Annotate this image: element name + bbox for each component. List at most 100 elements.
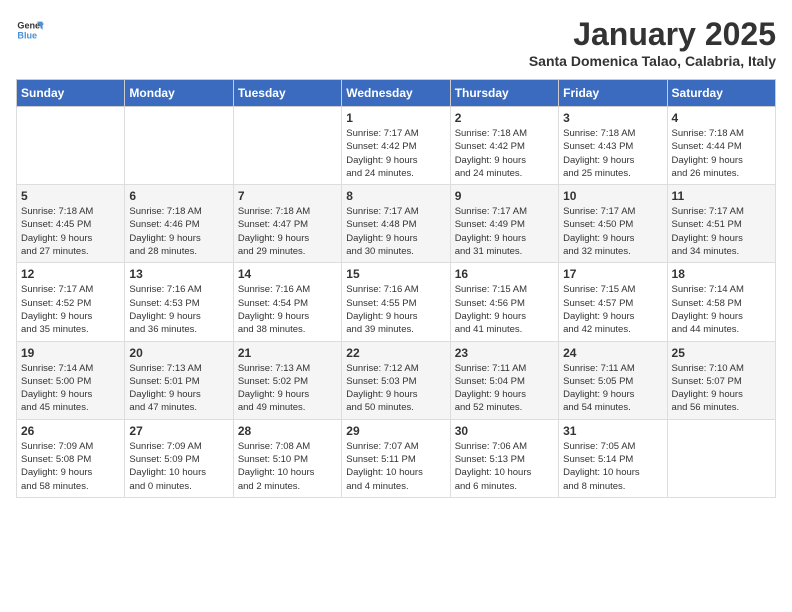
calendar-cell: 3 Sunrise: 7:18 AMSunset: 4:43 PMDaylight… xyxy=(559,107,667,185)
day-number: 3 xyxy=(563,111,662,125)
day-info: Sunrise: 7:16 AMSunset: 4:55 PMDaylight:… xyxy=(346,283,445,336)
calendar-cell: 26 Sunrise: 7:09 AMSunset: 5:08 PMDayligh… xyxy=(17,419,125,497)
calendar-cell: 29 Sunrise: 7:07 AMSunset: 5:11 PMDayligh… xyxy=(342,419,450,497)
day-info: Sunrise: 7:18 AMSunset: 4:46 PMDaylight:… xyxy=(129,205,228,258)
calendar-cell: 21Sunrise: 7:13 AMSunset: 5:02 PMDayligh… xyxy=(233,341,341,419)
calendar-cell: 7 Sunrise: 7:18 AMSunset: 4:47 PMDaylight… xyxy=(233,185,341,263)
day-number: 2 xyxy=(455,111,554,125)
day-info: Sunrise: 7:16 AMSunset: 4:53 PMDaylight:… xyxy=(129,283,228,336)
day-number: 25 xyxy=(672,346,771,360)
day-info: Sunrise: 7:08 AMSunset: 5:10 PMDaylight:… xyxy=(238,440,337,493)
day-info: Sunrise: 7:18 AMSunset: 4:43 PMDaylight:… xyxy=(563,127,662,180)
calendar-cell: 24Sunrise: 7:11 AMSunset: 5:05 PMDayligh… xyxy=(559,341,667,419)
day-info: Sunrise: 7:17 AMSunset: 4:48 PMDaylight:… xyxy=(346,205,445,258)
calendar-cell xyxy=(233,107,341,185)
month-title: January 2025 xyxy=(529,16,776,53)
calendar-cell: 18 Sunrise: 7:14 AMSunset: 4:58 PMDayligh… xyxy=(667,263,775,341)
day-info: Sunrise: 7:17 AMSunset: 4:50 PMDaylight:… xyxy=(563,205,662,258)
calendar-cell: 19 Sunrise: 7:14 AMSunset: 5:00 PMDayligh… xyxy=(17,341,125,419)
calendar-week-row: 1 Sunrise: 7:17 AMSunset: 4:42 PMDaylight… xyxy=(17,107,776,185)
weekday-header-friday: Friday xyxy=(559,80,667,107)
day-info: Sunrise: 7:11 AMSunset: 5:04 PMDaylight:… xyxy=(455,362,554,415)
calendar-cell: 11Sunrise: 7:17 AMSunset: 4:51 PMDayligh… xyxy=(667,185,775,263)
day-info: Sunrise: 7:13 AMSunset: 5:02 PMDaylight:… xyxy=(238,362,337,415)
calendar-cell: 9Sunrise: 7:17 AMSunset: 4:49 PMDaylight… xyxy=(450,185,558,263)
weekday-header-wednesday: Wednesday xyxy=(342,80,450,107)
day-number: 12 xyxy=(21,267,120,281)
day-number: 15 xyxy=(346,267,445,281)
day-number: 11 xyxy=(672,189,771,203)
calendar-cell xyxy=(667,419,775,497)
calendar-cell: 12 Sunrise: 7:17 AMSunset: 4:52 PMDayligh… xyxy=(17,263,125,341)
weekday-header-monday: Monday xyxy=(125,80,233,107)
day-info: Sunrise: 7:18 AMSunset: 4:42 PMDaylight:… xyxy=(455,127,554,180)
calendar-cell: 31Sunrise: 7:05 AMSunset: 5:14 PMDayligh… xyxy=(559,419,667,497)
calendar-week-row: 19 Sunrise: 7:14 AMSunset: 5:00 PMDayligh… xyxy=(17,341,776,419)
calendar-table: SundayMondayTuesdayWednesdayThursdayFrid… xyxy=(16,79,776,498)
day-info: Sunrise: 7:17 AMSunset: 4:52 PMDaylight:… xyxy=(21,283,120,336)
day-number: 20 xyxy=(129,346,228,360)
day-info: Sunrise: 7:18 AMSunset: 4:47 PMDaylight:… xyxy=(238,205,337,258)
day-info: Sunrise: 7:10 AMSunset: 5:07 PMDaylight:… xyxy=(672,362,771,415)
day-number: 8 xyxy=(346,189,445,203)
day-info: Sunrise: 7:09 AMSunset: 5:08 PMDaylight:… xyxy=(21,440,120,493)
calendar-cell: 6 Sunrise: 7:18 AMSunset: 4:46 PMDaylight… xyxy=(125,185,233,263)
day-info: Sunrise: 7:17 AMSunset: 4:49 PMDaylight:… xyxy=(455,205,554,258)
calendar-cell: 15 Sunrise: 7:16 AMSunset: 4:55 PMDayligh… xyxy=(342,263,450,341)
logo-icon: General Blue xyxy=(16,16,44,44)
weekday-header-tuesday: Tuesday xyxy=(233,80,341,107)
day-info: Sunrise: 7:13 AMSunset: 5:01 PMDaylight:… xyxy=(129,362,228,415)
day-number: 7 xyxy=(238,189,337,203)
calendar-cell: 5 Sunrise: 7:18 AMSunset: 4:45 PMDaylight… xyxy=(17,185,125,263)
day-number: 17 xyxy=(563,267,662,281)
day-number: 16 xyxy=(455,267,554,281)
calendar-cell: 20 Sunrise: 7:13 AMSunset: 5:01 PMDayligh… xyxy=(125,341,233,419)
svg-text:Blue: Blue xyxy=(17,30,37,40)
calendar-week-row: 26 Sunrise: 7:09 AMSunset: 5:08 PMDayligh… xyxy=(17,419,776,497)
weekday-header-sunday: Sunday xyxy=(17,80,125,107)
day-number: 13 xyxy=(129,267,228,281)
day-info: Sunrise: 7:14 AMSunset: 5:00 PMDaylight:… xyxy=(21,362,120,415)
day-info: Sunrise: 7:09 AMSunset: 5:09 PMDaylight:… xyxy=(129,440,228,493)
day-number: 14 xyxy=(238,267,337,281)
calendar-cell: 23 Sunrise: 7:11 AMSunset: 5:04 PMDayligh… xyxy=(450,341,558,419)
day-info: Sunrise: 7:18 AMSunset: 4:45 PMDaylight:… xyxy=(21,205,120,258)
calendar-cell xyxy=(17,107,125,185)
day-info: Sunrise: 7:14 AMSunset: 4:58 PMDaylight:… xyxy=(672,283,771,336)
calendar-cell: 25 Sunrise: 7:10 AMSunset: 5:07 PMDayligh… xyxy=(667,341,775,419)
calendar-cell: 4 Sunrise: 7:18 AMSunset: 4:44 PMDaylight… xyxy=(667,107,775,185)
day-number: 18 xyxy=(672,267,771,281)
calendar-cell: 10 Sunrise: 7:17 AMSunset: 4:50 PMDayligh… xyxy=(559,185,667,263)
day-info: Sunrise: 7:05 AMSunset: 5:14 PMDaylight:… xyxy=(563,440,662,493)
calendar-cell: 27Sunrise: 7:09 AMSunset: 5:09 PMDayligh… xyxy=(125,419,233,497)
title-area: January 2025 Santa Domenica Talao, Calab… xyxy=(529,16,776,69)
day-number: 30 xyxy=(455,424,554,438)
logo: General Blue xyxy=(16,16,44,44)
day-number: 26 xyxy=(21,424,120,438)
day-number: 6 xyxy=(129,189,228,203)
day-number: 10 xyxy=(563,189,662,203)
day-info: Sunrise: 7:07 AMSunset: 5:11 PMDaylight:… xyxy=(346,440,445,493)
calendar-cell: 22 Sunrise: 7:12 AMSunset: 5:03 PMDayligh… xyxy=(342,341,450,419)
calendar-cell: 2 Sunrise: 7:18 AMSunset: 4:42 PMDaylight… xyxy=(450,107,558,185)
day-number: 4 xyxy=(672,111,771,125)
weekday-header-row: SundayMondayTuesdayWednesdayThursdayFrid… xyxy=(17,80,776,107)
calendar-cell: 16 Sunrise: 7:15 AMSunset: 4:56 PMDayligh… xyxy=(450,263,558,341)
day-info: Sunrise: 7:16 AMSunset: 4:54 PMDaylight:… xyxy=(238,283,337,336)
page-header: General Blue January 2025 Santa Domenica… xyxy=(16,16,776,69)
weekday-header-saturday: Saturday xyxy=(667,80,775,107)
day-info: Sunrise: 7:15 AMSunset: 4:56 PMDaylight:… xyxy=(455,283,554,336)
day-number: 29 xyxy=(346,424,445,438)
day-number: 5 xyxy=(21,189,120,203)
location-subtitle: Santa Domenica Talao, Calabria, Italy xyxy=(529,53,776,69)
day-info: Sunrise: 7:06 AMSunset: 5:13 PMDaylight:… xyxy=(455,440,554,493)
day-info: Sunrise: 7:17 AMSunset: 4:42 PMDaylight:… xyxy=(346,127,445,180)
day-number: 1 xyxy=(346,111,445,125)
day-number: 19 xyxy=(21,346,120,360)
day-info: Sunrise: 7:12 AMSunset: 5:03 PMDaylight:… xyxy=(346,362,445,415)
day-info: Sunrise: 7:15 AMSunset: 4:57 PMDaylight:… xyxy=(563,283,662,336)
calendar-cell: 28Sunrise: 7:08 AMSunset: 5:10 PMDayligh… xyxy=(233,419,341,497)
day-number: 23 xyxy=(455,346,554,360)
day-info: Sunrise: 7:18 AMSunset: 4:44 PMDaylight:… xyxy=(672,127,771,180)
day-number: 22 xyxy=(346,346,445,360)
